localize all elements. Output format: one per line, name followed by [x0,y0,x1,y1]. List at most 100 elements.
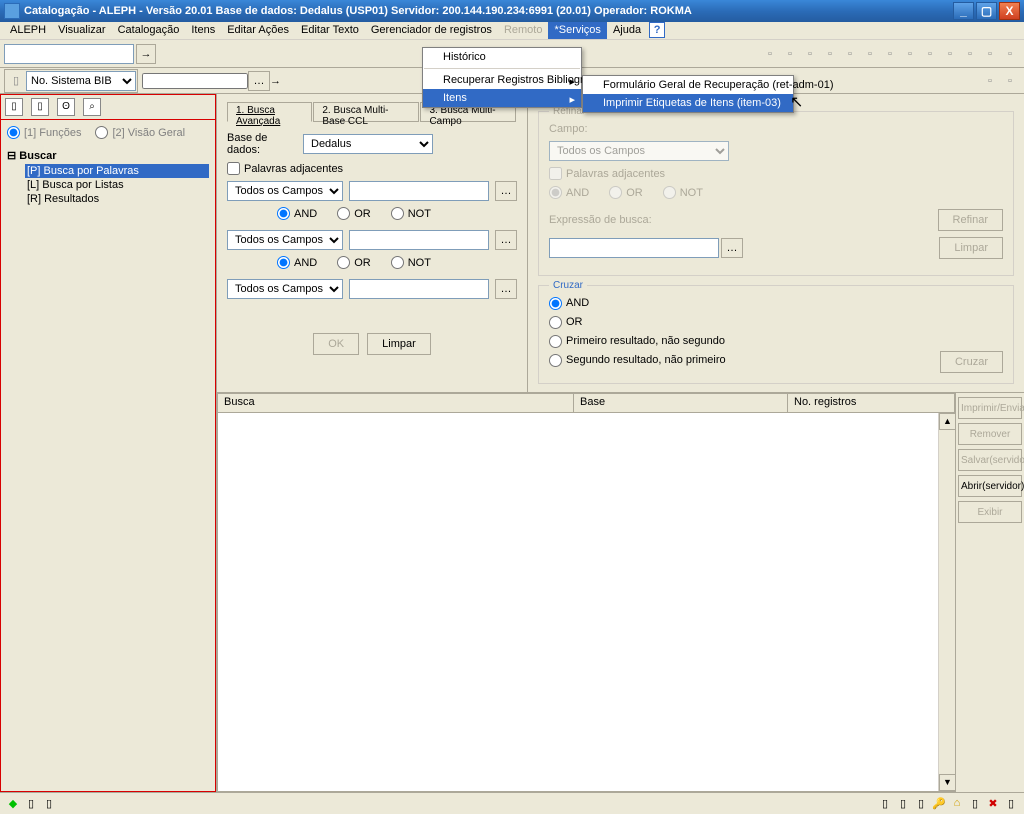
left-tab-4[interactable]: ⌕ [83,98,101,116]
scroll-up-icon[interactable]: ▲ [939,413,956,430]
op2-or[interactable]: OR [337,256,371,269]
op2-and[interactable]: AND [277,256,317,269]
status-right-1[interactable]: ▯ [878,797,892,811]
op2-not[interactable]: NOT [391,256,431,269]
cross-second[interactable]: Segundo resultado, não primeiro [549,354,726,367]
cross-or[interactable]: OR [549,316,583,329]
system-number-input[interactable] [142,73,248,89]
lookup-2[interactable]: … [495,230,517,250]
toolbar-search-input[interactable] [4,44,134,64]
tb-icon-1[interactable]: ▫ [762,46,778,62]
base-label: Base de dados: [227,132,297,156]
clear-button[interactable]: Limpar [367,333,431,355]
tree-item-resultados[interactable]: [R] Resultados [25,192,209,206]
field-select-2[interactable]: Todos os Campos [227,230,343,250]
results-header: Busca Base No. registros [217,393,956,413]
menu-aleph[interactable]: ALEPH [4,22,52,39]
tree-item-busca-listas[interactable]: [L] Busca por Listas [25,178,209,192]
close-button[interactable]: X [999,2,1020,20]
menu-visualizar[interactable]: Visualizar [52,22,112,39]
op1-or[interactable]: OR [337,207,371,220]
tb-icon-11[interactable]: ▫ [962,46,978,62]
op1-and[interactable]: AND [277,207,317,220]
tb-icon-2[interactable]: ▫ [782,46,798,62]
dd-itens[interactable]: Itens▸ [423,89,581,107]
tb-icon-12[interactable]: ▫ [982,46,998,62]
campo-label: Campo: [549,123,619,135]
menu-ajuda[interactable]: Ajuda [607,22,647,39]
tb-icon-13[interactable]: ▫ [1002,46,1018,62]
cross-fieldset: Cruzar AND OR Primeiro resultado, não se… [538,280,1014,384]
open-server-button[interactable]: Abrir(servidor) [958,475,1022,497]
system-select[interactable]: No. Sistema BIB [26,71,136,91]
menu-editar-texto[interactable]: Editar Texto [295,22,365,39]
dd-historico[interactable]: Histórico [423,48,581,66]
ok-button[interactable]: OK [313,333,359,355]
cross-legend: Cruzar [549,280,587,291]
go-button-2[interactable]: → [270,75,281,87]
status-right-2[interactable]: ▯ [896,797,910,811]
tb-icon-8[interactable]: ▫ [902,46,918,62]
menu-servicos[interactable]: *Serviços [548,22,606,39]
cross-first[interactable]: Primeiro resultado, não segundo [549,335,725,348]
record-type-selector[interactable]: ▯ No. Sistema BIB [4,69,138,93]
base-select[interactable]: Dedalus [303,134,433,154]
help-icon[interactable]: ? [649,22,665,38]
status-exit-icon[interactable]: ✖ [986,797,1000,811]
field-select-3[interactable]: Todos os Campos [227,279,343,299]
tree-item-busca-palavras[interactable]: [P] Busca por Palavras [25,164,209,178]
tb-icon-6[interactable]: ▫ [862,46,878,62]
radio-visao-geral[interactable]: [2] Visão Geral [95,126,185,139]
tb-icon-10[interactable]: ▫ [942,46,958,62]
tb-icon-9[interactable]: ▫ [922,46,938,62]
menu-catalogacao[interactable]: Catalogação [112,22,186,39]
term-input-2[interactable] [349,230,489,250]
tree-root-buscar[interactable]: ⊟ Buscar [7,149,209,162]
tb2-icon-2[interactable]: ▫ [1002,73,1018,89]
cross-and[interactable]: AND [549,297,589,310]
toolbar-go-button[interactable]: → [136,44,156,64]
tab-busca-multibase[interactable]: 2. Busca Multi-Base CCL [313,102,419,122]
tb2-icon-1[interactable]: ▫ [982,73,998,89]
scroll-down-icon[interactable]: ▼ [939,774,956,791]
tb-icon-4[interactable]: ▫ [822,46,838,62]
tb-icon-5[interactable]: ▫ [842,46,858,62]
menu-gerenciador[interactable]: Gerenciador de registros [365,22,498,39]
save-server-button: Salvar(servidor) [958,449,1022,471]
minimize-button[interactable]: _ [953,2,974,20]
expr-input[interactable] [549,238,719,258]
left-tab-2[interactable]: ▯ [31,98,49,116]
radio-funcoes[interactable]: [1] Funções [7,126,81,139]
status-right-8[interactable]: ▯ [1004,797,1018,811]
term-input-3[interactable] [349,279,489,299]
lookup-1[interactable]: … [495,181,517,201]
menu-itens[interactable]: Itens [185,22,221,39]
maximize-button[interactable]: ▢ [976,2,997,20]
status-key-icon[interactable]: 🔑 [932,797,946,811]
tb-icon-3[interactable]: ▫ [802,46,818,62]
status-home-icon[interactable]: ⌂ [950,797,964,811]
refine-button: Refinar [938,209,1003,231]
campo-select: Todos os Campos [549,141,729,161]
tab-busca-avancada[interactable]: 1. Busca Avançada [227,102,312,122]
refine-or: OR [609,186,643,199]
lookup-3[interactable]: … [495,279,517,299]
adjacent-checkbox[interactable]: Palavras adjacentes [227,162,343,175]
left-tab-1[interactable]: ▯ [5,98,23,116]
field-select-1[interactable]: Todos os Campos [227,181,343,201]
dd-formulario-geral[interactable]: Formulário Geral de Recuperação (ret-adm… [583,76,793,94]
left-tabs: ▯ ▯ ʘ ⌕ [0,94,216,120]
col-registros: No. registros [788,394,955,412]
dd-recuperar[interactable]: Recuperar Registros Bibliográficos▸ [423,71,581,89]
left-tab-3[interactable]: ʘ [57,98,75,116]
status-right-6[interactable]: ▯ [968,797,982,811]
dd-imprimir-etiquetas[interactable]: Imprimir Etiquetas de Itens (item-03) [583,94,793,112]
lookup-button[interactable]: … [248,71,270,91]
op1-not[interactable]: NOT [391,207,431,220]
term-input-1[interactable] [349,181,489,201]
tb-icon-7[interactable]: ▫ [882,46,898,62]
menu-editar-acoes[interactable]: Editar Ações [221,22,295,39]
status-right-3[interactable]: ▯ [914,797,928,811]
results-scrollbar[interactable]: ▲ ▼ [938,413,955,791]
expr-lookup[interactable]: … [721,238,743,258]
